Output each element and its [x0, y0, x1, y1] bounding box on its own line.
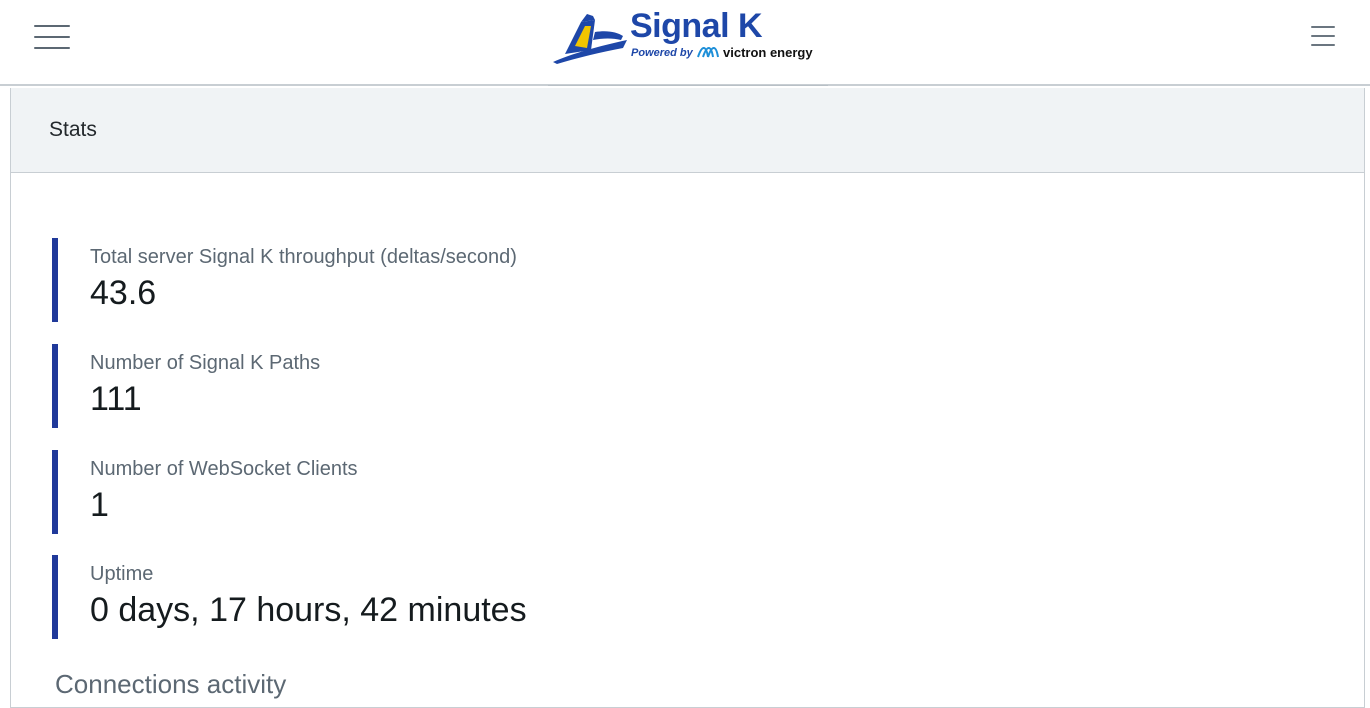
stat-throughput: Total server Signal K throughput (deltas… — [52, 238, 1052, 322]
connections-activity-heading: Connections activity — [55, 669, 287, 699]
brand-title: Signal K — [630, 7, 763, 45]
card-title: Stats — [11, 88, 1364, 173]
aside-menu-toggle-button[interactable] — [1311, 26, 1335, 53]
hamburger-menu-icon — [34, 25, 70, 27]
brand-logo[interactable]: Signal K Powered by victron energy — [548, 6, 828, 86]
stat-value: 111 — [90, 380, 142, 418]
stats-card: Stats Total server Signal K throughput (… — [10, 88, 1365, 708]
stat-value: 43.6 — [90, 274, 157, 312]
sidebar-toggle-button[interactable] — [34, 25, 70, 58]
stat-label: Number of WebSocket Clients — [90, 458, 358, 480]
stat-uptime: Uptime 0 days, 17 hours, 42 minutes — [52, 555, 1052, 639]
stat-label: Number of Signal K Paths — [90, 352, 321, 374]
stat-label: Uptime — [90, 563, 154, 585]
stat-value: 1 — [90, 486, 109, 524]
brand-powered-by: Powered by — [631, 47, 693, 59]
stat-label: Total server Signal K throughput (deltas… — [90, 246, 517, 268]
stat-websocket-clients: Number of WebSocket Clients 1 — [52, 450, 1052, 534]
stat-paths: Number of Signal K Paths 111 — [52, 344, 1052, 428]
hamburger-menu-icon — [1311, 26, 1335, 28]
signalk-logo-icon — [553, 14, 627, 64]
stat-value: 0 days, 17 hours, 42 minutes — [90, 591, 527, 629]
top-navbar: Signal K Powered by victron energy — [0, 0, 1370, 86]
brand-partner-name: victron energy — [723, 45, 813, 60]
victron-wave-icon — [697, 47, 719, 58]
